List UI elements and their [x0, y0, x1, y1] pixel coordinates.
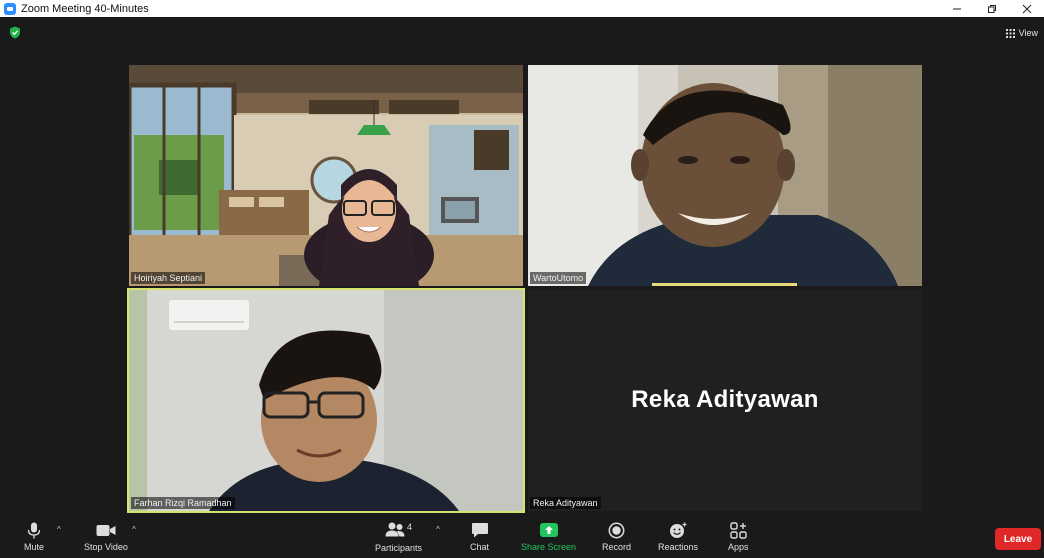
share-screen-button[interactable]: Share Screen	[521, 522, 576, 552]
grid-icon	[1005, 28, 1015, 38]
reactions-label: Reactions	[658, 542, 699, 552]
mute-label: Mute	[24, 542, 45, 552]
close-button[interactable]	[1010, 0, 1044, 17]
zoom-window: Zoom Meeting 40-Minutes View Hoiriyah Se…	[0, 0, 1044, 558]
participant-video-tile[interactable]: Hoiriyah Septiani	[129, 65, 523, 286]
participant-name-tag: Farhan Rizqi Ramadhan	[131, 497, 235, 509]
participants-options-caret-icon[interactable]: ^	[436, 525, 440, 534]
chat-label: Chat	[470, 542, 490, 552]
restore-button[interactable]	[975, 0, 1009, 17]
encryption-shield-icon[interactable]	[9, 26, 21, 39]
participants-count: 4	[407, 522, 413, 532]
restore-icon	[988, 4, 996, 13]
participants-button[interactable]: 4 Participants	[375, 522, 422, 553]
minimize-button[interactable]	[940, 0, 974, 17]
participant-camera-off-tile[interactable]: Reka Adityawan Reka Adityawan	[528, 290, 922, 511]
view-label: View	[1018, 28, 1038, 38]
meeting-toolbar: Mute ^ Stop Video ^ 4 Participants ^ Cha…	[0, 516, 1044, 558]
zoom-logo-icon	[4, 2, 16, 15]
video-options-caret-icon[interactable]: ^	[132, 525, 136, 534]
share-screen-label: Share Screen	[521, 542, 577, 552]
stop-video-label: Stop Video	[84, 542, 128, 552]
participant-video	[129, 290, 523, 511]
view-button[interactable]: View	[1005, 26, 1038, 40]
apps-label: Apps	[728, 542, 749, 552]
apps-icon	[730, 522, 747, 539]
participants-icon-group: 4	[385, 522, 412, 540]
reactions-button[interactable]: Reactions	[658, 522, 698, 552]
participant-name-tag: Hoiriyah Septiani	[131, 272, 206, 284]
participant-video-tile[interactable]: Farhan Rizqi Ramadhan	[127, 288, 525, 513]
audio-options-caret-icon[interactable]: ^	[57, 525, 61, 534]
participant-video	[129, 65, 523, 286]
close-icon	[1022, 4, 1032, 13]
apps-button[interactable]: Apps	[728, 522, 749, 552]
stop-video-button[interactable]: Stop Video	[84, 522, 128, 552]
window-title: Zoom Meeting 40-Minutes	[21, 2, 149, 15]
participants-icon	[385, 522, 405, 537]
record-label: Record	[602, 542, 632, 552]
participant-video-tile[interactable]: WartoUtomo	[528, 65, 922, 286]
share-screen-icon	[539, 523, 558, 537]
video-camera-icon	[96, 525, 116, 536]
chat-bubble-icon	[471, 523, 488, 538]
participant-name-tag: Reka Adityawan	[530, 497, 601, 509]
participants-label: Participants	[375, 543, 423, 553]
participant-video	[528, 65, 922, 286]
mute-button[interactable]: Mute	[24, 522, 44, 552]
record-button[interactable]: Record	[602, 522, 631, 552]
title-bar: Zoom Meeting 40-Minutes	[0, 0, 1044, 17]
chat-button[interactable]: Chat	[470, 522, 489, 552]
leave-button[interactable]: Leave	[995, 528, 1041, 550]
participant-name-tag: WartoUtomo	[530, 272, 587, 284]
smiley-plus-icon	[670, 522, 687, 538]
active-speaker-indicator	[652, 283, 797, 286]
record-icon	[608, 522, 625, 539]
minimize-icon	[953, 8, 961, 9]
microphone-icon	[27, 522, 41, 539]
participant-display-name: Reka Adityawan	[631, 386, 819, 413]
